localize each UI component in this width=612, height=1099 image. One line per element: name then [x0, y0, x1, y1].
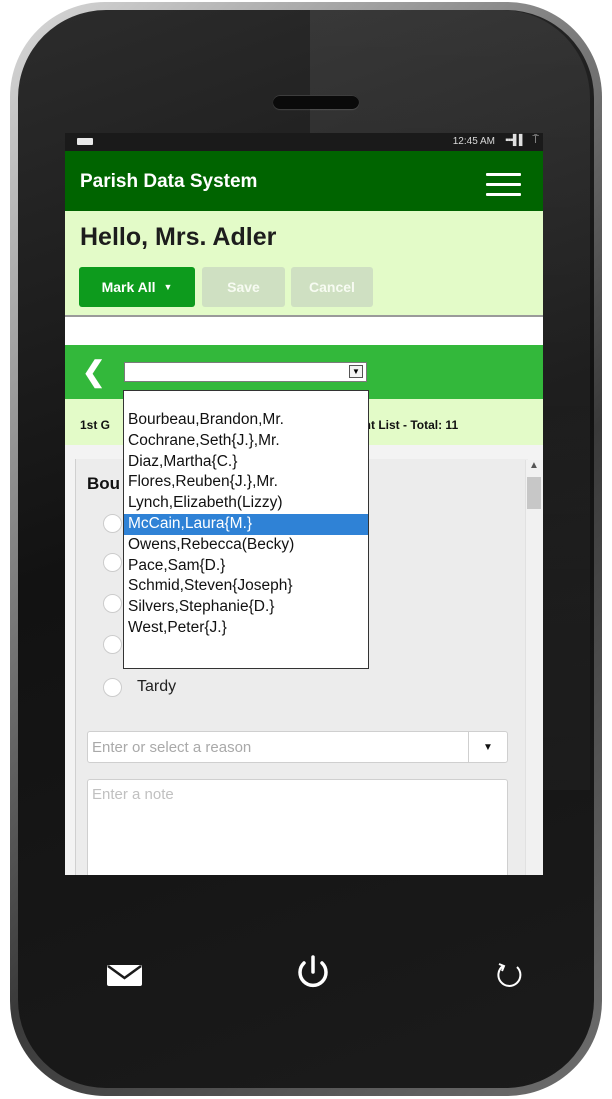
chevron-down-icon[interactable]: ▼ [349, 365, 363, 378]
attendance-radio-1[interactable] [103, 514, 122, 533]
greeting-text: Hello, Mrs. Adler [80, 223, 277, 251]
speaker-grille [273, 95, 359, 109]
reason-placeholder: Enter or select a reason [92, 739, 252, 756]
save-button[interactable]: Save [202, 267, 285, 307]
greeting-section: Hello, Mrs. Adler Mark All ▼ Save Cancel [65, 211, 543, 317]
student-select[interactable]: ▼ [124, 362, 367, 382]
student-name-heading: Bou [87, 474, 121, 493]
attendance-radio-3[interactable] [103, 594, 122, 613]
attendance-radio-tardy[interactable] [103, 678, 122, 697]
signal-icon: ▪▪▪▌▌ [505, 135, 526, 146]
cancel-button[interactable]: Cancel [291, 267, 373, 307]
dropdown-option[interactable]: Owens,Rebecca(Becky) [124, 535, 368, 556]
hamburger-menu-icon[interactable] [486, 173, 521, 196]
scrollbar[interactable]: ▲ [525, 460, 543, 875]
mark-all-label: Mark All [101, 279, 156, 295]
caret-down-icon: ▼ [163, 282, 173, 292]
dropdown-option-selected[interactable]: McCain,Laura{M.} [124, 513, 368, 535]
dropdown-empty-option[interactable] [124, 391, 368, 410]
dropdown-option[interactable]: Flores,Reuben{J.},Mr. [124, 472, 368, 493]
antenna-icon: ⍑ [532, 134, 539, 146]
note-placeholder: Enter a note [92, 786, 174, 803]
dropdown-option[interactable]: Pace,Sam{D.} [124, 556, 368, 577]
refresh-icon[interactable] [491, 957, 527, 993]
student-dropdown-list[interactable]: Bourbeau,Brandon,Mr. Cochrane,Seth{J.},M… [123, 390, 369, 669]
class-name: 1st G [80, 418, 111, 432]
phone-hardware-buttons [0, 945, 612, 995]
device-screen: 12:45 AM ▪▪▪▌▌ ⍑ Parish Data System Hell… [65, 133, 543, 875]
app-header: Parish Data System [65, 151, 543, 211]
status-bar: 12:45 AM ▪▪▪▌▌ ⍑ [65, 133, 543, 151]
status-time: 12:45 AM [452, 136, 495, 147]
scroll-up-icon[interactable]: ▲ [529, 460, 539, 471]
dropdown-option[interactable]: Schmid,Steven{Joseph} [124, 576, 368, 597]
mail-icon[interactable] [107, 963, 142, 987]
dropdown-option[interactable]: Bourbeau,Brandon,Mr. [124, 410, 368, 431]
power-icon[interactable] [293, 953, 333, 993]
dropdown-option[interactable]: Lynch,Elizabeth(Lizzy) [124, 493, 368, 514]
mark-all-button[interactable]: Mark All ▼ [79, 267, 195, 307]
battery-icon [77, 138, 93, 145]
reason-combobox[interactable]: Enter or select a reason ▼ [87, 731, 508, 763]
dropdown-option[interactable]: Cochrane,Seth{J.},Mr. [124, 431, 368, 452]
scrollbar-thumb[interactable] [527, 477, 541, 509]
attendance-radio-2[interactable] [103, 553, 122, 572]
app-title: Parish Data System [80, 171, 258, 192]
tardy-label: Tardy [137, 678, 177, 695]
dropdown-option[interactable]: West,Peter{J.} [124, 618, 368, 639]
attendance-radio-4[interactable] [103, 635, 122, 654]
student-list-total: ent List - Total: 11 [357, 418, 459, 432]
caret-down-icon[interactable]: ▼ [468, 732, 507, 762]
dropdown-option[interactable]: Diaz,Martha{C.} [124, 452, 368, 473]
dropdown-option[interactable]: Silvers,Stephanie{D.} [124, 597, 368, 618]
note-field[interactable]: Enter a note [87, 779, 508, 875]
back-chevron-icon[interactable]: ❮ [82, 358, 105, 386]
